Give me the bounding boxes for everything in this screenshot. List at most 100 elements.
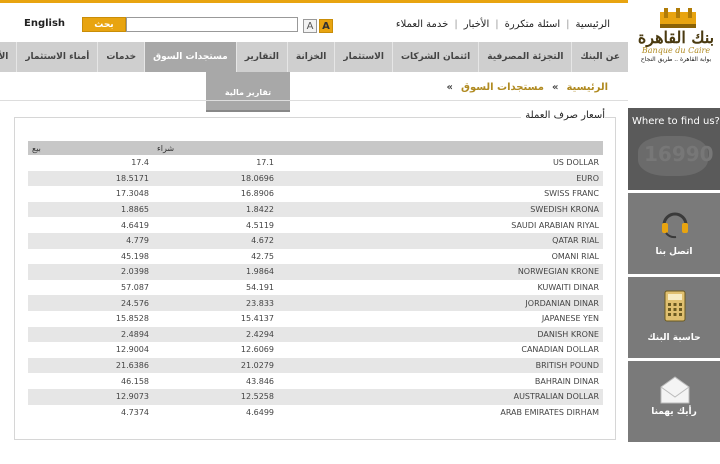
submenu-financial-reports[interactable]: تقارير مالية — [206, 72, 290, 112]
breadcrumb-home[interactable]: الرئيسية — [566, 82, 608, 93]
buy-value: 4.672 — [153, 232, 278, 249]
currency-name: KUWAITI DINAR — [537, 283, 599, 293]
divider: | — [495, 19, 499, 30]
buy-value: 15.4137 — [240, 314, 274, 324]
buy-value: 4.5119 — [246, 220, 274, 230]
exchange-rates-panel: أسعار صرف العملة بيع شراء 17.4 17.1 US DOL… — [14, 110, 616, 440]
table-row: 4.7374 4.6499 ARAB EMIRATES DIRHAM — [28, 405, 603, 421]
sell-value: 46.158 — [121, 376, 149, 386]
table-row: 21.6386 21.0279 BRITISH POUND — [28, 357, 603, 374]
nav-item-market-updates[interactable]: مستجدات السوق — [144, 42, 236, 72]
language-switch-link[interactable]: English — [24, 18, 65, 29]
nav-item-retail-banking[interactable]: التجزئة المصرفية — [478, 42, 571, 72]
top-links: الرئيسية | اسئلة متكررة | الأخبار | خدمة… — [390, 19, 616, 30]
sell-value: 1.8865 — [28, 201, 153, 218]
nav-item-investment-trustees[interactable]: أمناء الاستثمار — [16, 42, 97, 72]
bank-calculator-button[interactable]: حاسبة البنك — [628, 274, 720, 358]
logo-latin-name: Banque du Caire — [641, 46, 711, 55]
search-input[interactable] — [126, 17, 298, 32]
table-row: 45.198 42.75 OMANI RIAL — [28, 249, 603, 265]
table-row: 1.8865 1.8422 SWEDISH KRONA — [28, 201, 603, 218]
nav-item-treasury[interactable]: الخزانة — [286, 42, 334, 72]
currency-name: SAUDI ARABIAN RIYAL — [511, 220, 599, 230]
currency-name: SWEDISH KRONA — [278, 201, 603, 218]
logo-arabic-name: بنك القاهرة — [637, 28, 715, 47]
sell-value: 24.576 — [28, 295, 153, 311]
sell-value: 12.9004 — [115, 345, 149, 355]
buy-value: 42.75 — [251, 251, 274, 261]
chevron-down-icon[interactable]: ▼ — [668, 446, 677, 460]
sell-value: 4.6419 — [121, 220, 149, 230]
page: English بحث A A الرئيسية | اسئلة متكررة … — [0, 0, 720, 464]
sell-value: 17.4 — [131, 158, 149, 168]
column-header-buy: شراء — [153, 141, 278, 155]
table-row: 24.576 23.833 JORDANIAN DINAR — [28, 295, 603, 311]
divider: | — [566, 19, 570, 30]
divider: | — [454, 19, 458, 30]
currency-name: DANISH KRONE — [278, 326, 603, 343]
currency-name: SWISS FRANC — [544, 189, 599, 199]
page-title: أسعار صرف العملة — [521, 110, 605, 121]
currency-name: EURO — [278, 170, 603, 187]
top-link-home[interactable]: الرئيسية — [570, 19, 616, 30]
right-sidebar: Where to find us? 16990 اتصل بنا حاسبة ا… — [628, 104, 720, 464]
top-link-customer-service[interactable]: خدمة العملاء — [390, 19, 454, 30]
currency-name: OMANI RIAL — [551, 251, 599, 261]
buy-value: 4.6499 — [246, 407, 274, 417]
column-header-currency — [278, 141, 603, 155]
sell-value: 4.7374 — [121, 407, 149, 417]
where-to-find-us-label: Where to find us? — [632, 116, 720, 127]
sell-value: 57.087 — [121, 283, 149, 293]
top-link-faq[interactable]: اسئلة متكررة — [499, 19, 567, 30]
top-bar: English بحث A A الرئيسية | اسئلة متكررة … — [0, 0, 720, 42]
envelope-icon — [660, 376, 690, 404]
bank-logo[interactable]: بنك القاهرة Banque du Caire بوابة القاهر… — [628, 0, 720, 78]
nav-item-reports[interactable]: التقارير — [235, 42, 287, 72]
exchange-rates-table: بيع شراء 17.4 17.1 US DOLLAR 18.5171 18.0696… — [28, 141, 603, 420]
table-row: 15.8528 15.4137 JAPANESE YEN — [28, 311, 603, 327]
buy-value: 21.0279 — [153, 357, 278, 374]
sell-value: 21.6386 — [28, 357, 153, 374]
crown-emblem-icon — [660, 8, 696, 28]
where-to-find-us-banner[interactable]: Where to find us? 16990 — [628, 108, 720, 190]
currency-name: JAPANESE YEN — [541, 314, 599, 324]
font-size-small-button[interactable]: A — [303, 19, 317, 33]
table-row: 18.5171 18.0696 EURO — [28, 170, 603, 187]
headset-icon — [662, 212, 688, 239]
currency-name: BRITISH POUND — [278, 357, 603, 374]
nav-item-corporate-credit[interactable]: ائتمان الشركات — [391, 42, 478, 72]
currency-name: BAHRAIN DINAR — [534, 376, 599, 386]
contact-us-button[interactable]: اتصل بنا — [628, 190, 720, 274]
top-link-news[interactable]: الأخبار — [458, 19, 496, 30]
table-row: 4.779 4.672 QATAR RIAL — [28, 232, 603, 249]
buy-value: 16.8906 — [240, 189, 274, 199]
buy-value: 17.1 — [256, 158, 274, 168]
search-button[interactable]: بحث — [82, 17, 126, 32]
logo-tagline: بوابة القاهرة .. طريق النجاح — [640, 56, 712, 63]
sell-value: 45.198 — [121, 251, 149, 261]
currency-name: AUSTRALIAN DOLLAR — [278, 388, 603, 405]
sell-value: 12.9073 — [28, 388, 153, 405]
sell-value: 18.5171 — [28, 170, 153, 187]
hotline-number: 16990 — [644, 142, 714, 166]
font-size-large-button[interactable]: A — [319, 19, 333, 33]
currency-name: ARAB EMIRATES DIRHAM — [500, 407, 599, 417]
nav-item-investment[interactable]: الاستثمار — [334, 42, 392, 72]
currency-name: JORDANIAN DINAR — [278, 295, 603, 311]
buy-value: 23.833 — [153, 295, 278, 311]
table-row: 4.6419 4.5119 SAUDI ARABIAN RIYAL — [28, 217, 603, 233]
nav-item-more[interactable]: الأ — [0, 42, 16, 72]
sell-value: 4.779 — [28, 232, 153, 249]
buy-value: 1.8422 — [153, 201, 278, 218]
nav-item-about[interactable]: عن البنك — [571, 42, 628, 72]
column-header-sell: بيع — [28, 141, 153, 155]
buy-value: 1.9864 — [153, 264, 278, 280]
nav-item-services[interactable]: خدمات — [97, 42, 144, 72]
feedback-button[interactable]: رأيك يهمنا — [628, 358, 720, 442]
sell-value: 2.4894 — [28, 326, 153, 343]
table-row: 46.158 43.846 BAHRAIN DINAR — [28, 373, 603, 389]
table-row: 2.4894 2.4294 DANISH KRONE — [28, 326, 603, 343]
breadcrumb-current[interactable]: مستجدات السوق — [461, 82, 544, 93]
buy-value: 2.4294 — [153, 326, 278, 343]
breadcrumb-separator: » — [446, 82, 453, 93]
